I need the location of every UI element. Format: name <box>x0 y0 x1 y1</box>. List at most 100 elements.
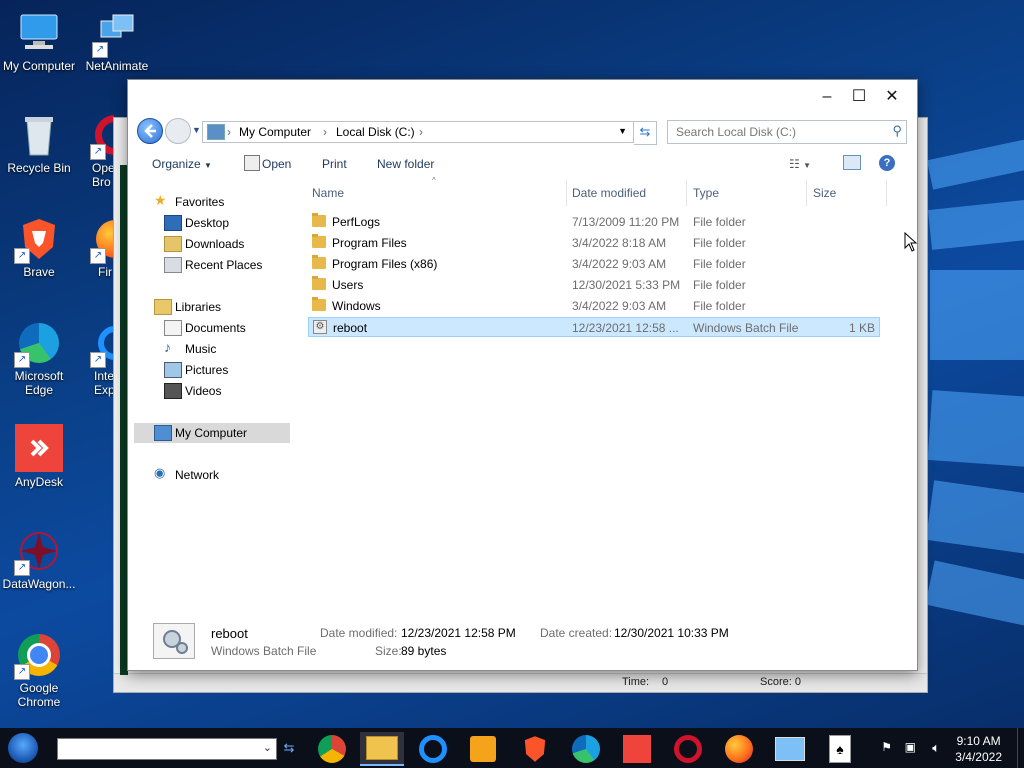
column-divider <box>886 180 887 206</box>
desktop-icon-label: Fir <box>98 265 112 279</box>
edge-icon: ↗ <box>14 320 62 368</box>
taskbar-solitaire[interactable]: ♠ <box>818 732 862 766</box>
desktop-icon-datawagon[interactable]: ↗ DataWagon... <box>2 528 76 591</box>
column-header-size[interactable]: Size <box>813 186 836 200</box>
recent-pages-dropdown[interactable]: ▼ <box>192 125 201 135</box>
desktop-icon-internet-explorer[interactable]: ↗ Inte Exp <box>80 320 114 397</box>
wallpaper-beam <box>925 560 1024 628</box>
taskbar-anydesk[interactable] <box>615 732 659 766</box>
show-desktop-button[interactable] <box>1017 728 1024 768</box>
search-icon[interactable]: ⚲ <box>892 123 902 139</box>
table-row[interactable]: Users 12/30/2021 5:33 PM File folder <box>308 275 880 295</box>
desktop-icon-netanimate[interactable]: ↗ NetAnimate <box>80 10 154 73</box>
go-icon[interactable]: ⇆ <box>279 738 299 758</box>
nav-item-network[interactable]: ◉ Network <box>134 465 290 485</box>
table-row[interactable]: Program Files 3/4/2022 8:18 AM File fold… <box>308 233 880 253</box>
nav-item-documents[interactable]: Documents <box>134 318 290 338</box>
taskbar-media-player[interactable] <box>461 732 505 766</box>
minimize-button[interactable]: – <box>812 86 842 108</box>
chevron-down-icon[interactable]: ⌄ <box>263 741 272 754</box>
nav-item-favorites[interactable]: ★ Favorites <box>134 192 290 212</box>
nav-label: Desktop <box>185 216 230 230</box>
taskbar-edge[interactable] <box>564 732 608 766</box>
preview-pane-icon[interactable] <box>843 155 861 170</box>
nav-item-my-computer[interactable]: My Computer <box>134 423 290 443</box>
back-button[interactable] <box>137 118 163 144</box>
breadcrumb-local-disk[interactable]: Local Disk (C:) <box>336 125 415 139</box>
breadcrumb-my-computer[interactable]: My Computer <box>239 125 311 139</box>
desktop-icon-google-chrome[interactable]: ↗ Google Chrome <box>2 632 76 709</box>
desktop-icon-opera[interactable]: ↗ Ope Bro <box>80 112 114 189</box>
start-button[interactable] <box>8 733 38 763</box>
address-bar[interactable]: › My Computer › Local Disk (C:) › ▼ <box>202 121 634 143</box>
nav-item-downloads[interactable]: Downloads <box>134 234 290 254</box>
solitaire-icon: ♠ <box>829 735 851 763</box>
clock[interactable]: 9:10 AM 3/4/2022 <box>955 733 1002 765</box>
chevron-down-icon: ▼ <box>204 161 212 170</box>
file-type: Windows Batch File <box>693 321 799 335</box>
table-row-selected[interactable]: ⚙ reboot 12/23/2021 12:58 ... Windows Ba… <box>308 317 880 337</box>
organize-button[interactable]: Organize ▼ <box>152 157 212 171</box>
file-name: Program Files <box>332 236 407 250</box>
netanimate-icon <box>775 737 805 761</box>
column-header-name[interactable]: Name <box>312 186 344 200</box>
table-row[interactable]: Program Files (x86) 3/4/2022 9:03 AM Fil… <box>308 254 880 274</box>
downloads-icon <box>164 236 182 252</box>
address-dropdown-icon[interactable]: ▼ <box>618 126 627 136</box>
title-bar[interactable]: – ☐ ✕ <box>128 80 917 114</box>
table-row[interactable]: PerfLogs 7/13/2009 11:20 PM File folder <box>308 212 880 232</box>
action-center-flag-icon[interactable]: ⚑ <box>881 740 892 754</box>
view-options-icon[interactable]: ☷ ▼ <box>789 157 811 171</box>
nav-item-music[interactable]: ♪ Music <box>134 339 290 359</box>
shortcut-arrow-icon: ↗ <box>14 352 30 368</box>
shortcut-arrow-icon: ↗ <box>14 560 30 576</box>
nav-item-desktop[interactable]: Desktop <box>134 213 290 233</box>
taskbar-chrome[interactable] <box>310 732 354 766</box>
desktop-icon-firefox[interactable]: ↗ Fir <box>80 216 114 279</box>
details-date-created: 12/30/2021 10:33 PM <box>614 626 729 640</box>
shortcut-arrow-icon: ↗ <box>14 248 30 264</box>
help-icon[interactable]: ? <box>879 155 895 171</box>
print-button[interactable]: Print <box>322 157 347 171</box>
taskbar: ⌄ ⇆ ♠ ⚑ ▣ 🔈︎ 9:10 AM 3/4/2022 <box>0 728 1024 768</box>
address-row: ▼ › My Computer › Local Disk (C:) › ▼ ⇆ … <box>136 117 909 145</box>
details-size: 89 bytes <box>401 644 447 658</box>
column-header-type[interactable]: Type <box>693 186 719 200</box>
taskbar-address-input[interactable]: ⌄ <box>57 738 277 760</box>
desktop-icon-recycle-bin[interactable]: Recycle Bin <box>2 112 76 175</box>
desktop-icon-label: Recycle Bin <box>7 161 71 175</box>
taskbar-netanimate[interactable] <box>768 732 812 766</box>
forward-button[interactable] <box>165 118 191 144</box>
network-tray-icon[interactable]: ▣ <box>905 740 916 754</box>
close-button[interactable]: ✕ <box>877 86 907 108</box>
desktop-icon-anydesk[interactable]: AnyDesk <box>2 424 76 489</box>
nav-item-libraries[interactable]: Libraries <box>134 297 290 317</box>
desktop-icon-brave[interactable]: ↗ Brave <box>2 216 76 279</box>
column-header-date-modified[interactable]: Date modified <box>572 186 646 200</box>
time-label: Time: <box>622 676 650 688</box>
nav-item-recent-places[interactable]: Recent Places <box>134 255 290 275</box>
desktop-icon-edge[interactable]: ↗ Microsoft Edge <box>2 320 76 397</box>
taskbar-brave[interactable] <box>513 732 557 766</box>
open-button[interactable]: Open <box>262 157 291 171</box>
new-folder-button[interactable]: New folder <box>377 157 434 171</box>
nav-item-videos[interactable]: Videos <box>134 381 290 401</box>
brave-icon <box>524 736 546 762</box>
volume-icon[interactable]: 🔈︎ <box>932 740 940 756</box>
taskbar-file-explorer[interactable] <box>360 732 404 766</box>
refresh-button[interactable]: ⇆ <box>634 121 657 145</box>
search-input[interactable]: Search Local Disk (C:) ⚲ <box>667 120 907 144</box>
file-date: 12/23/2021 12:58 ... <box>572 321 679 335</box>
recent-places-icon <box>164 257 182 273</box>
file-date: 3/4/2022 8:18 AM <box>572 236 667 250</box>
maximize-button[interactable]: ☐ <box>844 86 874 108</box>
mouse-cursor-icon <box>904 232 918 252</box>
wallpaper-beam <box>930 270 1024 360</box>
taskbar-firefox[interactable] <box>717 732 761 766</box>
desktop-icon-my-computer[interactable]: My Computer <box>2 10 76 73</box>
table-row[interactable]: Windows 3/4/2022 9:03 AM File folder <box>308 296 880 316</box>
taskbar-opera[interactable] <box>666 732 710 766</box>
explorer-window[interactable]: – ☐ ✕ ▼ › My Computer › Local Disk (C:) … <box>127 79 918 671</box>
taskbar-internet-explorer[interactable] <box>411 732 455 766</box>
nav-item-pictures[interactable]: Pictures <box>134 360 290 380</box>
